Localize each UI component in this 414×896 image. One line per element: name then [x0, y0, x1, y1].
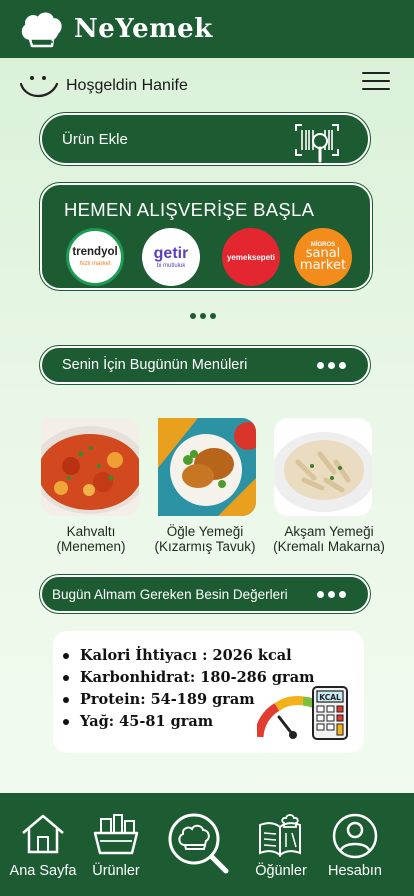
meal-caption-lunch: Öğle Yemeği (Kızarmış Tavuk) [148, 524, 262, 554]
nutrition-bar[interactable]: Bugün Almam Gereken Besin Değerleri [39, 574, 371, 614]
greeting-text: Hoşgeldin Hanife [66, 77, 188, 94]
meal-image-breakfast[interactable] [41, 418, 139, 516]
barcode-scan-icon[interactable] [294, 123, 340, 163]
nav-products[interactable]: Ürünler [84, 793, 148, 896]
meal-caption-line: (Kremalı Makarna) [273, 539, 385, 554]
smile-icon [19, 76, 59, 98]
greeting-row: Hoşgeldin Hanife [18, 68, 396, 104]
bottom-navigation: Ana Sayfa Ürünler Öğünler Hesabın [0, 793, 414, 896]
nav-home[interactable]: Ana Sayfa [8, 793, 78, 896]
todays-menus-bar[interactable]: Senin İçin Bugünün Menüleri [39, 345, 371, 385]
nav-meals[interactable]: Öğünler [248, 793, 314, 896]
store-name: yemeksepeti [226, 252, 276, 262]
store-sub: sanal market [299, 245, 347, 273]
store-sub: hızlı market [79, 260, 111, 267]
carousel-pager[interactable] [190, 313, 216, 319]
chef-hat-icon [21, 12, 62, 48]
store-migros[interactable]: MİGROS sanal market [294, 228, 352, 286]
store-name: trendyol [72, 246, 118, 259]
app-brand: NeYemek [74, 14, 213, 44]
meal-caption-line: (Kızarmış Tavuk) [154, 539, 256, 554]
kcal-calculator-icon: KCAL [257, 686, 348, 740]
todays-menus-title: Senin İçin Bugünün Menüleri [62, 357, 248, 373]
add-product-button[interactable]: Ürün Ekle [39, 112, 371, 166]
store-name: getir [153, 244, 189, 262]
kcal-label: KCAL [319, 693, 341, 702]
nav-label: Ürünler [92, 863, 140, 879]
top-bar: NeYemek [0, 0, 414, 58]
shopping-card: HEMEN ALIŞVERİŞE BAŞLA trendyol hızlı ma… [39, 182, 373, 291]
meal-image-dinner[interactable] [274, 418, 372, 516]
meal-caption-dinner: Akşam Yemeği (Kremalı Makarna) [266, 524, 392, 554]
nav-label: Öğünler [255, 863, 307, 879]
meal-caption-line: (Menemen) [56, 539, 126, 554]
nav-search[interactable] [165, 793, 231, 896]
more-options-icon[interactable] [317, 361, 346, 369]
add-product-label: Ürün Ekle [62, 130, 128, 148]
recipe-book-icon [259, 814, 301, 858]
search-hat-icon [168, 813, 229, 874]
account-icon [332, 813, 378, 859]
meal-caption-line: Öğle Yemeği [166, 524, 244, 539]
nutrition-title: Bugün Almam Gereken Besin Değerleri [52, 586, 288, 602]
meal-caption-breakfast: Kahvaltı (Menemen) [36, 524, 146, 554]
store-getir[interactable]: getir bi mutluluk [142, 228, 200, 286]
meal-caption-line: Kahvaltı [66, 524, 116, 539]
meal-image-lunch[interactable] [158, 418, 256, 516]
groceries-icon [93, 814, 139, 855]
nav-label: Ana Sayfa [9, 863, 77, 879]
meals-carousel: Kahvaltı (Menemen) Öğle Yemeği (Kızarmış… [0, 418, 414, 558]
shopping-title: HEMEN ALIŞVERİŞE BAŞLA [64, 199, 315, 220]
store-sub: bi mutluluk [156, 262, 186, 269]
home-icon [22, 814, 64, 854]
hamburger-menu-icon[interactable] [362, 72, 390, 90]
nav-label: Hesabın [327, 863, 382, 879]
more-options-icon[interactable] [317, 590, 346, 598]
store-trendyol[interactable]: trendyol hızlı market [66, 228, 124, 286]
nutrition-item: Kalori İhtiyacı : 2026 kcal [63, 645, 314, 667]
store-yemeksepeti[interactable]: yemeksepeti [222, 228, 280, 286]
nutrition-card: Kalori İhtiyacı : 2026 kcal Karbonhidrat… [53, 631, 364, 753]
meal-caption-line: Akşam Yemeği [284, 524, 374, 539]
nav-account[interactable]: Hesabın [320, 793, 390, 896]
